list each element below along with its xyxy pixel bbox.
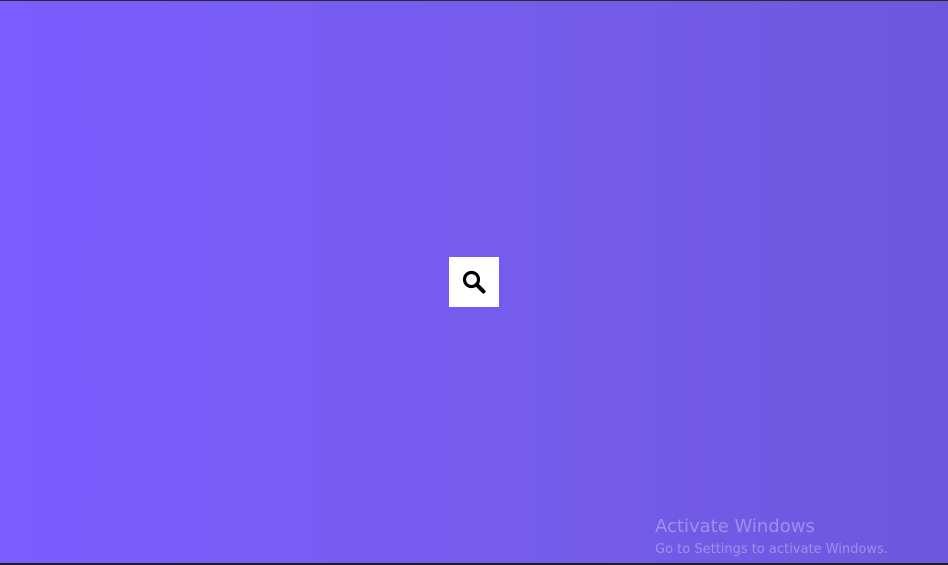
- search-button[interactable]: [449, 257, 499, 307]
- watermark-subtitle: Go to Settings to activate Windows.: [655, 542, 888, 557]
- page-background: Activate Windows Go to Settings to activ…: [0, 0, 948, 565]
- watermark-title: Activate Windows: [655, 516, 815, 537]
- search-icon: [461, 269, 487, 295]
- activation-watermark: Activate Windows Go to Settings to activ…: [655, 516, 888, 558]
